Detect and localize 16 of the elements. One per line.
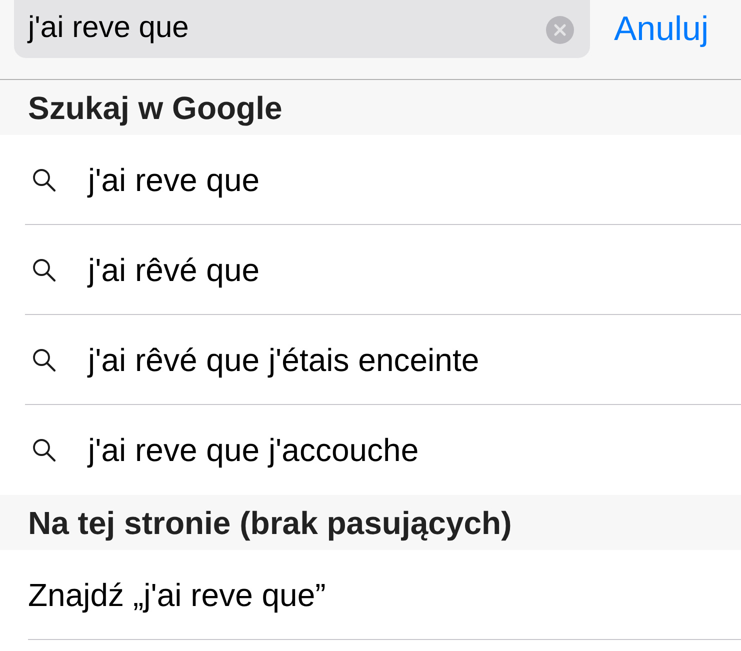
search-icon [32,258,56,282]
find-on-page-text: Znajdź „j'ai reve que” [28,576,326,614]
suggestion-text: j'ai reve que j'accouche [88,431,419,469]
section-header: Na tej stronie (brak pasujących) [28,504,512,542]
search-icon [32,438,56,462]
suggestion-text: j'ai rêvé que j'étais enceinte [88,340,480,378]
find-on-page-row[interactable]: Znajdź „j'ai reve que” [28,550,741,640]
suggestion-text: j'ai rêvé que [88,250,260,288]
search-icon [32,168,56,192]
clear-icon[interactable] [546,16,574,44]
cancel-button[interactable]: Anuluj [614,9,709,49]
search-icon [32,348,56,372]
search-field[interactable]: j'ai reve que [14,0,590,58]
suggestion-row[interactable]: j'ai reve que j'accouche [25,405,741,495]
section-header: Szukaj w Google [28,88,282,126]
suggestion-text: j'ai reve que [88,160,260,198]
